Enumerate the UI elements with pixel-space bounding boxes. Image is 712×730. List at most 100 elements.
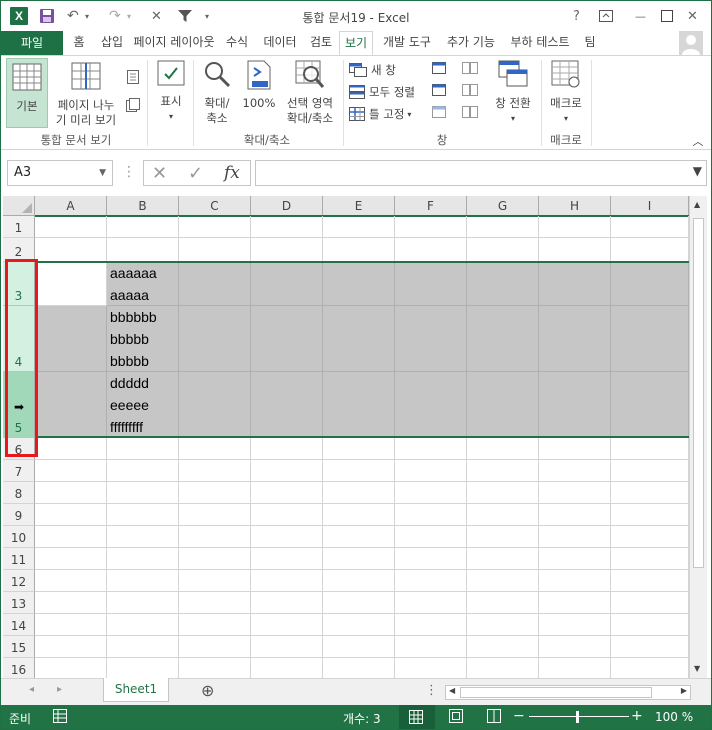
tab-view[interactable]: 보기 [339, 31, 373, 55]
grid-cell[interactable] [323, 460, 395, 482]
vertical-scrollbar[interactable]: ▲ ▼ [689, 196, 707, 678]
grid-cell[interactable] [539, 262, 611, 306]
unhide-window-icon[interactable] [431, 106, 447, 122]
grid-cell[interactable] [179, 482, 251, 504]
normal-view-status-button[interactable] [399, 705, 435, 729]
column-header-b[interactable]: B [107, 196, 179, 216]
grid-cell[interactable] [323, 614, 395, 636]
grid-cell[interactable] [395, 262, 467, 306]
row-header-15[interactable]: 15 [3, 636, 35, 658]
grid-cell[interactable] [179, 570, 251, 592]
tab-page-layout[interactable]: 페이지 레이아웃 [131, 31, 217, 55]
grid-cell[interactable] [611, 438, 689, 460]
grid-cell[interactable] [251, 216, 323, 238]
grid-cell[interactable] [323, 658, 395, 678]
grid-cell[interactable] [107, 592, 179, 614]
grid-cell[interactable] [35, 548, 107, 570]
grid-cell[interactable] [467, 570, 539, 592]
grid-cell[interactable] [611, 504, 689, 526]
ribbon-display-options-icon[interactable] [599, 6, 613, 26]
column-header-c[interactable]: C [179, 196, 251, 216]
sheet-bar-grip-icon[interactable]: ⋮ [425, 683, 438, 698]
close-button[interactable]: ✕ [687, 6, 698, 26]
grid-cell[interactable] [467, 238, 539, 262]
grid-cell[interactable] [467, 636, 539, 658]
grid-cell[interactable] [107, 438, 179, 460]
reset-window-position-icon[interactable] [461, 106, 479, 122]
grid-cell[interactable] [35, 438, 107, 460]
column-header-h[interactable]: H [539, 196, 611, 216]
grid-cell[interactable] [395, 438, 467, 460]
grid-cell[interactable] [251, 504, 323, 526]
grid-cell[interactable] [611, 570, 689, 592]
macro-record-icon[interactable] [53, 709, 67, 726]
grid-cell[interactable] [395, 216, 467, 238]
grid-cell[interactable] [539, 636, 611, 658]
tab-data[interactable]: 데이터 [257, 31, 303, 55]
grid-cell[interactable] [179, 658, 251, 678]
select-all-button[interactable] [3, 196, 35, 216]
grid-cell[interactable] [323, 504, 395, 526]
grid-cell[interactable] [395, 306, 467, 372]
sheet-tab-sheet1[interactable]: Sheet1 [103, 678, 169, 702]
grid-cell[interactable] [395, 482, 467, 504]
grid-cell[interactable] [323, 216, 395, 238]
scroll-left-arrow-icon[interactable]: ◀ [449, 686, 455, 695]
grid-cell[interactable] [35, 614, 107, 636]
grid-cell[interactable] [611, 262, 689, 306]
grid-cell[interactable] [539, 482, 611, 504]
grid-cell[interactable] [611, 482, 689, 504]
zoom-in-button[interactable]: + [631, 708, 643, 724]
grid-cell[interactable] [179, 216, 251, 238]
grid-cell[interactable] [323, 262, 395, 306]
cell-a3[interactable] [35, 262, 107, 306]
account-avatar[interactable] [679, 31, 703, 55]
grid-cell[interactable] [323, 636, 395, 658]
grid-cell[interactable] [107, 570, 179, 592]
row-header-14[interactable]: 14 [3, 614, 35, 636]
grid-cell[interactable] [395, 372, 467, 438]
grid-cell[interactable] [35, 658, 107, 678]
grid-cell[interactable] [467, 614, 539, 636]
minimize-button[interactable]: — [635, 6, 646, 26]
grid-cell[interactable] [467, 526, 539, 548]
zoom-100-button[interactable]: 100% [241, 58, 277, 128]
grid-cell[interactable] [251, 570, 323, 592]
page-break-status-icon[interactable] [487, 709, 501, 726]
tab-formulas[interactable]: 수식 [221, 31, 253, 55]
grid-cell[interactable] [107, 614, 179, 636]
grid-cell[interactable] [179, 262, 251, 306]
grid-cell[interactable] [35, 592, 107, 614]
grid-cell[interactable] [611, 592, 689, 614]
cell-a4[interactable] [35, 306, 107, 372]
grid-cell[interactable] [323, 238, 395, 262]
grid-cell[interactable] [395, 238, 467, 262]
grid-cell[interactable] [107, 636, 179, 658]
scroll-up-arrow-icon[interactable]: ▲ [694, 200, 700, 209]
grid-cell[interactable] [35, 238, 107, 262]
grid-cell[interactable] [467, 658, 539, 678]
grid-cell[interactable] [179, 614, 251, 636]
cancel-icon[interactable]: ✕ [152, 163, 167, 184]
restore-button[interactable] [661, 6, 673, 26]
grid-cell[interactable] [611, 306, 689, 372]
grid-cell[interactable] [467, 216, 539, 238]
grid-cell[interactable] [35, 216, 107, 238]
zoom-to-selection-button[interactable]: 선택 영역 확대/축소 [281, 58, 339, 128]
grid-cell[interactable] [35, 460, 107, 482]
grid-cell[interactable] [539, 216, 611, 238]
grid-cell[interactable] [611, 614, 689, 636]
grid-cell[interactable] [539, 526, 611, 548]
tab-developer[interactable]: 개발 도구 [377, 31, 437, 55]
grid-cell[interactable] [539, 306, 611, 372]
column-header-e[interactable]: E [323, 196, 395, 216]
tab-review[interactable]: 검토 [305, 31, 337, 55]
horizontal-scroll-thumb[interactable] [460, 687, 652, 698]
grid-cell[interactable] [467, 438, 539, 460]
grid-cell[interactable] [107, 482, 179, 504]
enter-icon[interactable]: ✓ [188, 163, 203, 184]
grid-cell[interactable] [467, 504, 539, 526]
grid-cell[interactable] [179, 238, 251, 262]
grid-cell[interactable] [395, 526, 467, 548]
grid-cell[interactable] [35, 636, 107, 658]
